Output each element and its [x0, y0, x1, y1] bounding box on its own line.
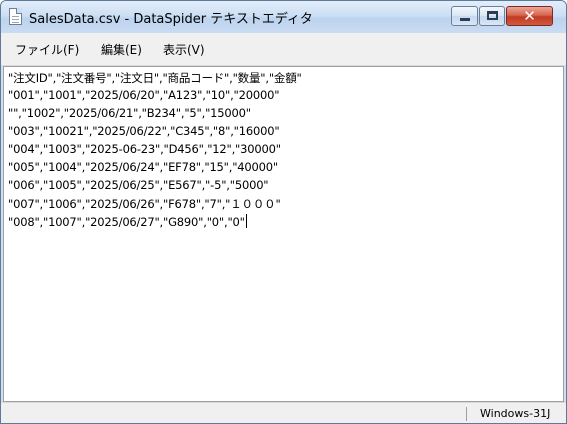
encoding-status: Windows-31J: [480, 407, 551, 420]
text-line-last: "008","1007","2025/06/27","G890","0","0": [8, 214, 247, 229]
text-line: "注文ID","注文番号","注文日","商品コード","数量","金額": [8, 71, 302, 85]
text-line: "001","1001","2025/06/20","A123","10","2…: [8, 88, 280, 102]
maximize-button[interactable]: [479, 6, 505, 26]
status-separator: [466, 407, 467, 421]
text-line: "","1002","2025/06/21","B234","5","15000…: [8, 106, 251, 120]
menu-bar: ファイル(F) 編集(E) 表示(V): [1, 33, 566, 66]
menu-edit[interactable]: 編集(E): [101, 41, 142, 58]
text-line-content: "008","1007","2025/06/27","G890","0","0": [8, 215, 245, 229]
text-line: "006","1005","2025/06/25","E567","-5","5…: [8, 178, 269, 192]
text-line: "007","1006","2025/06/26","F678","7","１０…: [8, 197, 281, 211]
minimize-icon: [460, 18, 470, 21]
notepad-document-icon[interactable]: [9, 8, 22, 25]
close-icon: ✕: [523, 7, 536, 25]
maximize-icon: [487, 11, 498, 20]
minimize-button[interactable]: [451, 6, 478, 26]
text-line: "005","1004","2025/06/24","EF78","15","4…: [8, 160, 278, 174]
editor-window: SalesData.csv - DataSpider テキストエディタ ✕ ファ…: [0, 0, 567, 424]
menu-view[interactable]: 表示(V): [163, 41, 205, 58]
text-line: "004","1003","2025-06-23","D456","12","3…: [8, 142, 281, 156]
title-bar[interactable]: SalesData.csv - DataSpider テキストエディタ ✕: [1, 1, 566, 33]
text-editor-area[interactable]: "注文ID","注文番号","注文日","商品コード","数量","金額" "0…: [3, 66, 564, 402]
menu-file[interactable]: ファイル(F): [15, 41, 79, 58]
text-line: "003","10021","2025/06/22","C345","8","1…: [8, 124, 280, 138]
status-bar: Windows-31J: [1, 402, 566, 423]
text-caret: [245, 214, 247, 228]
window-title: SalesData.csv - DataSpider テキストエディタ: [29, 12, 313, 27]
close-button[interactable]: ✕: [506, 6, 553, 26]
